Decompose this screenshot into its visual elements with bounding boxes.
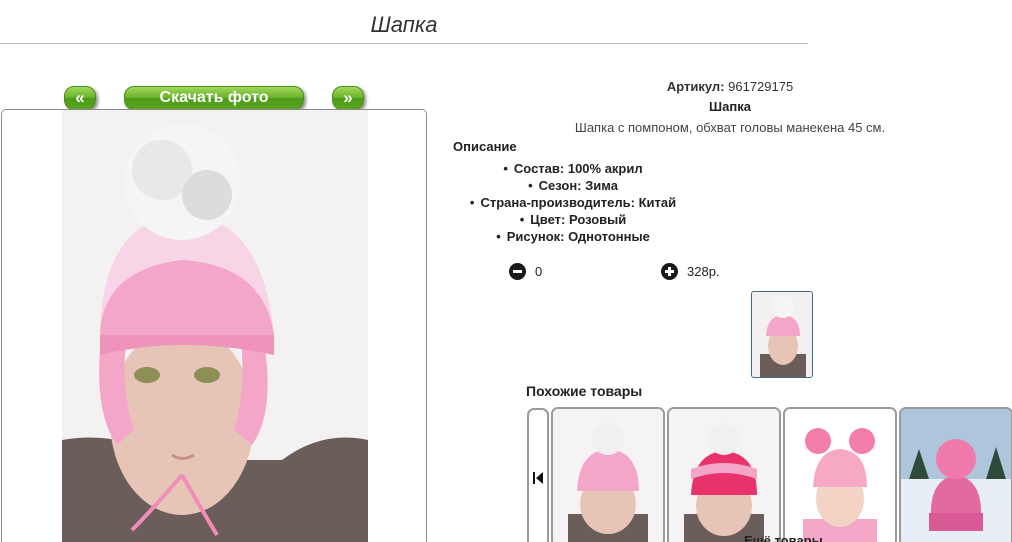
price-value: 328р. (687, 263, 720, 279)
download-photo-button[interactable]: Скачать фото (124, 86, 304, 110)
prev-photo-button[interactable]: « (64, 86, 96, 110)
next-photo-button[interactable]: » (332, 86, 364, 110)
attribute-item: Цвет: Розовый (450, 211, 696, 228)
similar-product-card[interactable] (783, 407, 897, 542)
similar-product-card[interactable] (551, 407, 665, 542)
attribute-item: Рисунок: Однотонные (450, 228, 696, 245)
skip-back-icon (533, 472, 543, 484)
minus-circle-icon[interactable] (509, 262, 526, 280)
sku-label: Артикул: (666, 79, 725, 94)
attribute-list: Состав: 100% акрил Сезон: Зима Страна-пр… (450, 160, 696, 245)
quantity-value: 0 (535, 263, 543, 279)
more-products-link[interactable]: Ещё товары (744, 533, 823, 542)
attribute-item: Состав: 100% акрил (450, 160, 696, 177)
title-divider (0, 43, 808, 44)
short-description: Шапка с помпоном, обхват головы манекена… (574, 120, 886, 135)
similar-product-card[interactable] (899, 407, 1012, 542)
attribute-item: Страна-производитель: Китай (450, 194, 696, 211)
plus-circle-icon[interactable] (661, 262, 678, 280)
carousel-prev-button[interactable] (527, 408, 549, 542)
sku-value: 961729175 (728, 79, 794, 94)
description-heading: Описание (453, 139, 517, 154)
similar-products-heading: Похожие товары (526, 383, 643, 399)
add-to-cart-control: 328р. (661, 262, 720, 280)
selected-thumbnail[interactable] (751, 291, 813, 378)
product-photo (1, 109, 427, 542)
similar-product-card[interactable] (667, 407, 781, 542)
page-title: Шапка (370, 12, 438, 37)
attribute-item: Сезон: Зима (450, 177, 696, 194)
quantity-control: 0 (509, 262, 542, 280)
product-name: Шапка (709, 99, 751, 114)
sku-line: Артикул: 961729175 (450, 79, 1010, 94)
